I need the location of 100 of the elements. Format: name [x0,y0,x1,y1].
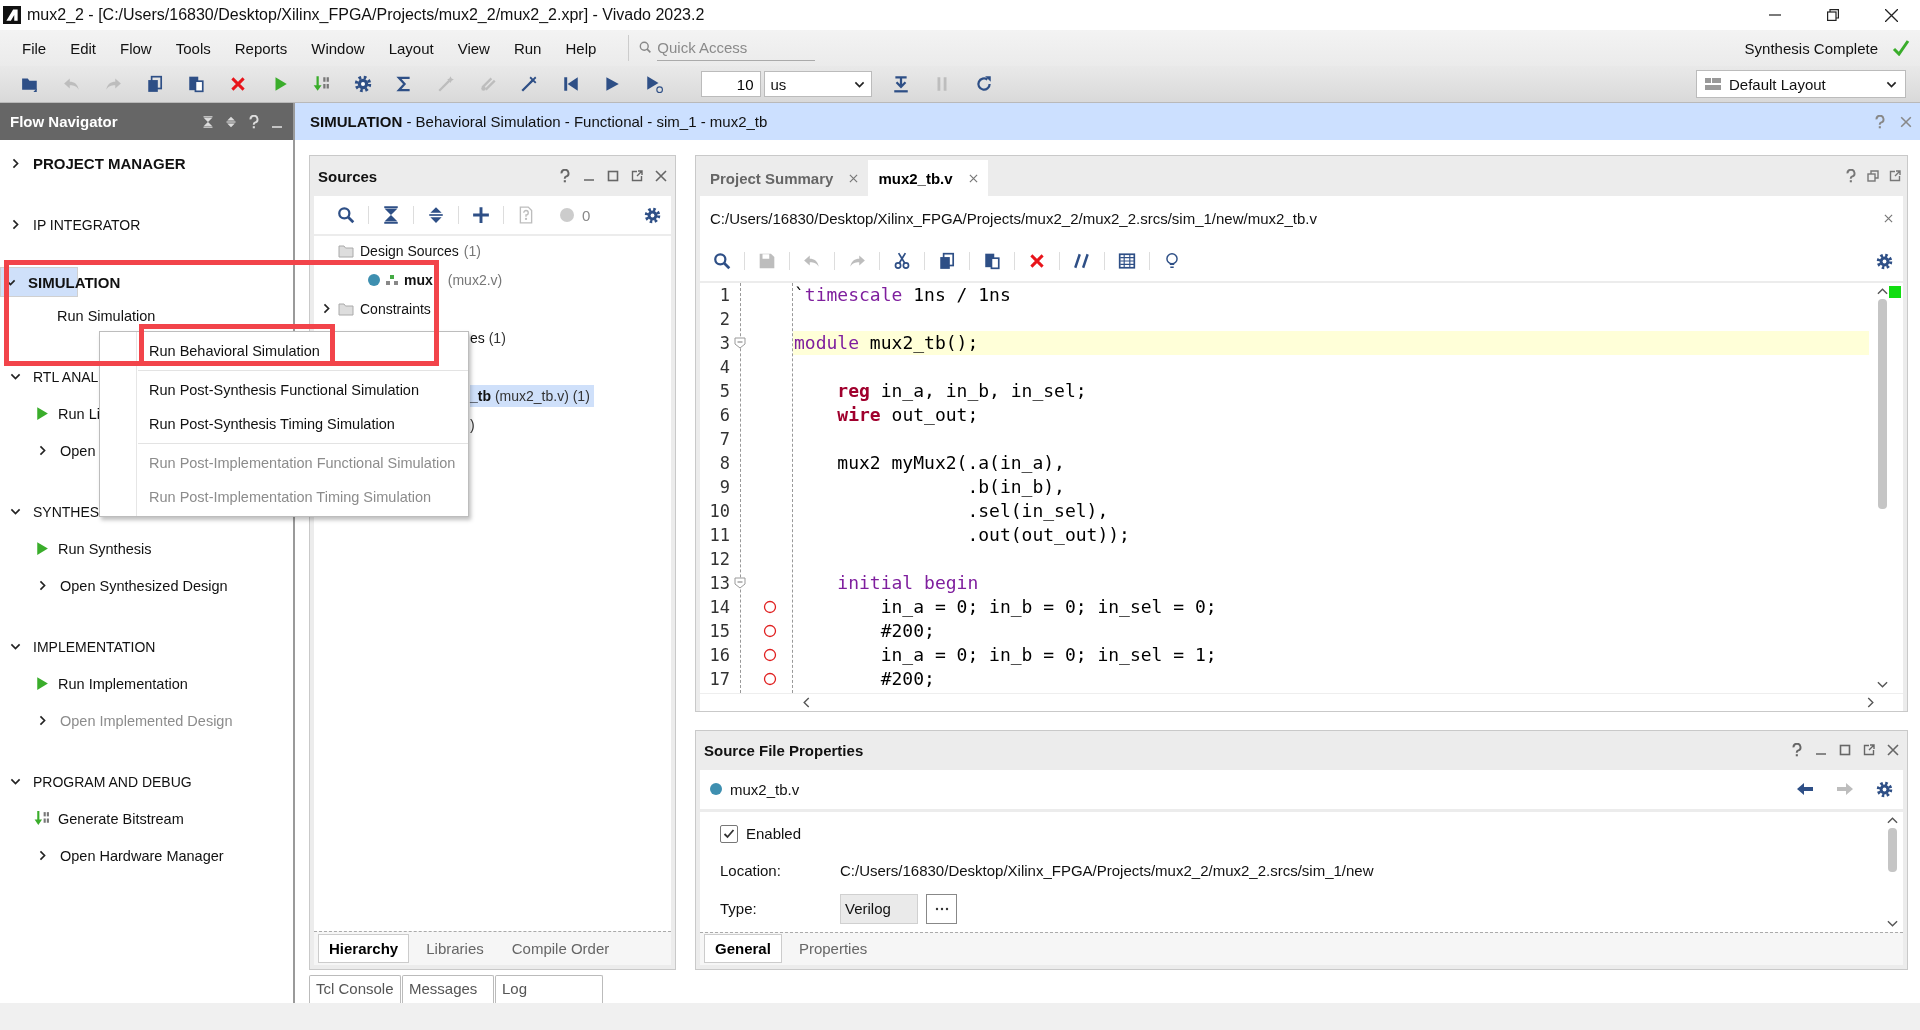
settings-icon[interactable] [1876,252,1893,270]
section-title[interactable]: RTL ANAL [33,368,99,385]
tree-item[interactable]: mux (mux2.v) [404,271,503,288]
section-title[interactable]: IP INTEGRATOR [33,216,141,233]
menu-item[interactable]: View [457,39,490,57]
menu-item[interactable]: Run Post-Synthesis Timing Simulation [149,415,395,433]
type-field[interactable]: Verilog [840,893,918,924]
float-icon[interactable] [1863,744,1875,757]
scroll-down-icon[interactable] [1886,919,1898,928]
fold-icon[interactable] [734,577,746,589]
tab[interactable]: Tcl Console [309,975,401,1003]
menu-item[interactable]: Help [565,39,597,57]
tree-item[interactable]: Design Sources (1) [360,242,481,259]
tree-item[interactable]: _tb (mux2_tb.v) (1) [470,384,594,407]
download-icon[interactable] [891,75,910,93]
settings-icon[interactable] [644,206,661,224]
delete-icon[interactable] [1028,252,1046,270]
search-icon[interactable] [337,206,355,224]
scroll-down-icon[interactable] [1876,681,1888,689]
unit-dropdown[interactable]: us [763,71,872,97]
cut-icon[interactable] [893,252,911,270]
scrollbar[interactable] [1875,287,1889,689]
time-field[interactable]: 10 [700,71,761,97]
probe-icon[interactable] [520,75,539,93]
checkbox[interactable] [720,824,738,843]
section-title[interactable]: PROJECT MANAGER [33,155,186,172]
refresh-icon[interactable] [974,75,993,93]
menu-item[interactable]: Run Behavioral Simulation [149,342,320,360]
help-icon[interactable] [1791,743,1803,758]
bitstream-icon[interactable] [33,810,50,827]
nav-item[interactable]: Open Synthesized Design [60,577,228,594]
help-icon[interactable] [559,169,571,183]
collapse-icon[interactable] [382,206,400,224]
restore-icon[interactable] [1827,9,1839,21]
tab[interactable]: General [704,934,782,964]
tree-item[interactable]: ) [470,416,475,433]
scroll-right-icon[interactable] [1867,697,1875,708]
back-arrow-icon[interactable] [1796,782,1814,797]
folder-icon[interactable] [21,75,39,93]
menu-item[interactable]: Tools [175,39,211,57]
step-icon[interactable] [644,75,663,93]
nav-item[interactable]: Run Simulation [57,307,156,324]
breakpoint-icon[interactable] [763,672,777,686]
more-button[interactable] [926,893,957,924]
maximize-icon[interactable] [1839,744,1851,757]
menu-item[interactable]: Reports [234,39,288,57]
restart-icon[interactable] [561,75,580,93]
paste-icon[interactable] [983,252,1001,270]
quick-access-field[interactable]: Quick Access [657,35,816,61]
nav-item[interactable]: Generate Bitstream [58,810,184,827]
search-icon[interactable] [713,252,731,270]
section-title[interactable]: SYNTHES [33,503,100,520]
tab[interactable]: Project Summary [700,160,869,196]
tab[interactable]: Messages [402,975,494,1003]
settings-icon[interactable] [1876,780,1893,798]
layout-dropdown[interactable]: Default Layout [1696,70,1906,98]
nav-item[interactable]: Run Li [58,405,100,422]
menu-item[interactable]: Layout [388,39,434,57]
scrollbar[interactable] [700,693,1903,711]
comment-icon[interactable] [1073,252,1091,270]
tab[interactable]: Properties [787,934,879,964]
section-title[interactable]: SIMULATION [28,273,121,291]
expand-icon[interactable] [225,115,237,128]
scrollbar[interactable] [1885,815,1899,928]
help-icon[interactable] [248,114,260,129]
settings-icon[interactable] [353,75,372,93]
breakpoint-icon[interactable] [763,648,777,662]
expand-icon[interactable] [427,206,445,224]
nav-item[interactable]: Open [60,442,96,459]
menu-item[interactable]: Run Post-Synthesis Functional Simulation [149,381,419,399]
tab[interactable]: Libraries [415,934,495,963]
add-icon[interactable] [472,206,490,224]
breakpoint-icon[interactable] [763,624,777,638]
bulb-icon[interactable] [1163,252,1181,270]
tree-item[interactable]: es (1) [470,329,506,346]
tree-item[interactable]: Constraints [360,300,431,317]
help-icon[interactable] [1874,114,1886,129]
breakpoint-icon[interactable] [763,600,777,614]
tab[interactable]: mux2_tb.v [868,160,988,196]
delete-icon[interactable] [228,75,247,93]
menu-item[interactable]: File [22,39,47,57]
bitstream-icon[interactable] [312,75,331,93]
float-icon[interactable] [1889,170,1901,182]
paste-icon[interactable] [187,75,206,93]
section-title[interactable]: IMPLEMENTATION [33,638,156,655]
menu-item[interactable]: Run [513,39,542,57]
menu-item[interactable]: Edit [70,39,97,57]
scroll-up-icon[interactable] [1886,815,1898,824]
tab[interactable]: Compile Order [500,934,621,963]
scroll-up-icon[interactable] [1876,287,1888,295]
scroll-left-icon[interactable] [802,697,810,708]
copy-icon[interactable] [938,252,956,270]
tab[interactable]: Hierarchy [318,934,410,963]
columns-icon[interactable] [1118,252,1136,270]
nav-item[interactable]: Open Hardware Manager [60,847,224,864]
tab[interactable]: Log [495,975,603,1003]
menu-item[interactable]: Flow [120,39,152,57]
copy-icon[interactable] [145,75,164,93]
fold-icon[interactable] [734,337,746,349]
section-title[interactable]: PROGRAM AND DEBUG [33,773,192,790]
